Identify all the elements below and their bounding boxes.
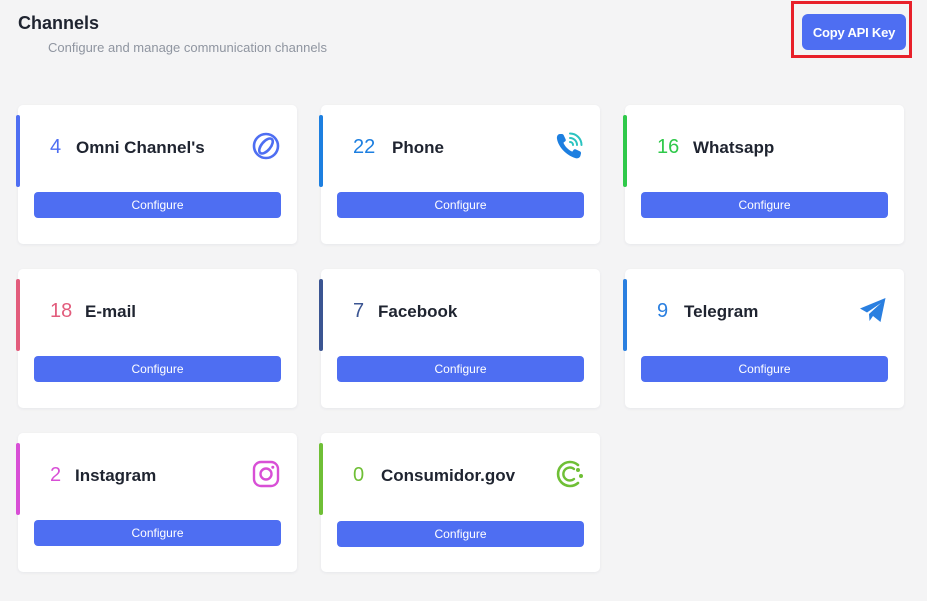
channel-count: 7 <box>353 300 365 322</box>
instagram-icon <box>251 459 281 489</box>
card-accent-bar <box>319 115 323 187</box>
configure-button[interactable]: Configure <box>34 520 281 546</box>
omni-channel-icon <box>251 131 281 161</box>
channel-card-omni-channels: 4 Omni Channel's Configure <box>16 105 297 244</box>
channel-count: 18 <box>50 300 73 322</box>
copy-api-key-button[interactable]: Copy API Key <box>802 14 906 50</box>
configure-button[interactable]: Configure <box>34 356 281 382</box>
channel-count: 9 <box>657 300 669 322</box>
channel-name: Phone <box>392 138 444 157</box>
channel-count: 0 <box>353 464 365 486</box>
channel-count: 22 <box>353 136 376 158</box>
channel-card-phone: 22 Phone Configure <box>319 105 600 244</box>
telegram-icon <box>858 295 888 325</box>
channel-count: 16 <box>657 136 680 158</box>
card-accent-bar <box>16 443 20 515</box>
channel-count: 2 <box>50 464 62 486</box>
phone-icon <box>554 131 584 161</box>
card-accent-bar <box>623 279 627 351</box>
channel-card-instagram: 2 Instagram Configure <box>16 433 297 572</box>
configure-button[interactable]: Configure <box>641 356 888 382</box>
channel-name: Facebook <box>378 302 458 321</box>
card-accent-bar <box>319 443 323 515</box>
channel-name: Instagram <box>75 466 157 485</box>
channel-card-consumidor-gov: 0 Consumidor.gov Configure <box>319 433 600 572</box>
configure-button[interactable]: Configure <box>337 192 584 218</box>
card-accent-bar <box>623 115 627 187</box>
page-subtitle: Configure and manage communication chann… <box>48 40 327 55</box>
card-accent-bar <box>319 279 323 351</box>
channel-count: 4 <box>50 136 62 158</box>
configure-button[interactable]: Configure <box>337 356 584 382</box>
consumidor-gov-icon <box>554 459 584 489</box>
channel-name: Consumidor.gov <box>381 466 516 485</box>
channel-card-email: 18 E-mail Configure <box>16 269 297 408</box>
configure-button[interactable]: Configure <box>641 192 888 218</box>
channel-name: E-mail <box>85 302 137 321</box>
channel-name: Telegram <box>684 302 759 321</box>
configure-button[interactable]: Configure <box>34 192 281 218</box>
configure-button[interactable]: Configure <box>337 521 584 547</box>
card-accent-bar <box>16 115 20 187</box>
channel-card-telegram: 9 Telegram Configure <box>623 269 904 408</box>
page-title: Channels <box>18 13 100 33</box>
channel-name: Omni Channel's <box>76 138 205 157</box>
channel-card-facebook: 7 Facebook Configure <box>319 269 600 408</box>
channel-card-whatsapp: 16 Whatsapp Configure <box>623 105 904 244</box>
channel-name: Whatsapp <box>693 138 775 157</box>
card-accent-bar <box>16 279 20 351</box>
